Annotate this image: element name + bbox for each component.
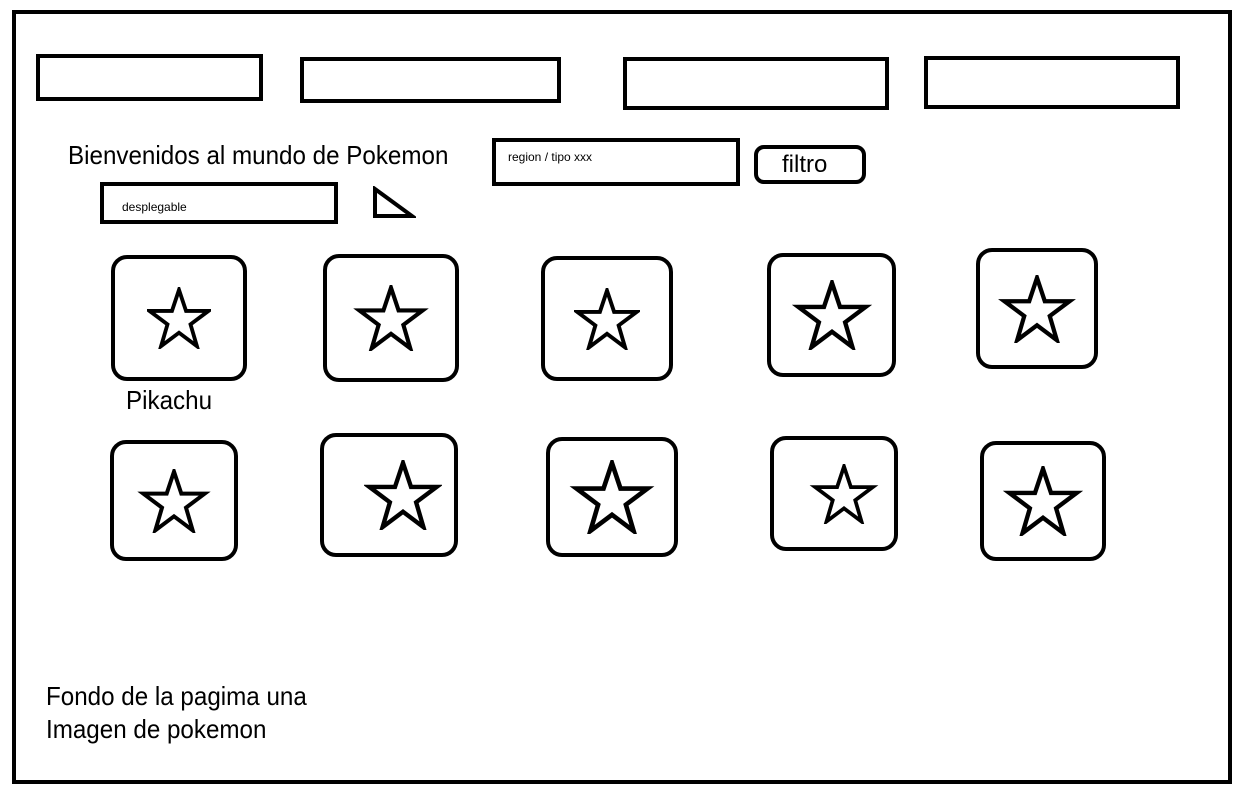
star-icon xyxy=(147,287,211,349)
nav-button-4[interactable] xyxy=(924,56,1180,109)
background-note-line-2: Imagen de pokemon xyxy=(46,714,267,744)
background-note-line-1: Fondo de la pagima una xyxy=(46,681,307,711)
pokemon-card[interactable] xyxy=(546,437,678,557)
star-icon xyxy=(137,468,211,533)
pokemon-name-label: Pikachu xyxy=(126,385,213,415)
pokemon-card[interactable] xyxy=(110,440,238,561)
star-icon xyxy=(1003,466,1083,536)
nav-button-2[interactable] xyxy=(300,57,561,103)
region-type-input[interactable]: region / tipo xxx xyxy=(492,138,740,186)
pokemon-card[interactable] xyxy=(320,433,458,557)
star-icon xyxy=(574,287,640,350)
pokemon-card[interactable] xyxy=(111,255,247,381)
dropdown-select[interactable]: desplegable xyxy=(100,182,338,224)
pokemon-card[interactable] xyxy=(770,436,898,551)
star-icon xyxy=(364,460,442,530)
background-note: Fondo de la pagima una Imagen de pokemon xyxy=(46,680,307,746)
filter-button[interactable]: filtro xyxy=(754,145,866,184)
star-icon xyxy=(353,285,429,351)
star-icon xyxy=(998,274,1076,343)
star-icon xyxy=(569,460,655,534)
pokemon-card[interactable] xyxy=(767,253,896,377)
page-title: Bienvenidos al mundo de Pokemon xyxy=(68,140,449,170)
nav-button-1[interactable] xyxy=(36,54,263,101)
star-icon xyxy=(791,280,872,350)
pokemon-card[interactable] xyxy=(976,248,1098,369)
pokemon-card[interactable] xyxy=(323,254,459,382)
nav-button-3[interactable] xyxy=(623,57,889,110)
triangle-down-icon[interactable] xyxy=(370,186,416,220)
star-icon xyxy=(809,463,879,524)
pokemon-card[interactable] xyxy=(980,441,1106,561)
pokemon-card[interactable] xyxy=(541,256,673,381)
